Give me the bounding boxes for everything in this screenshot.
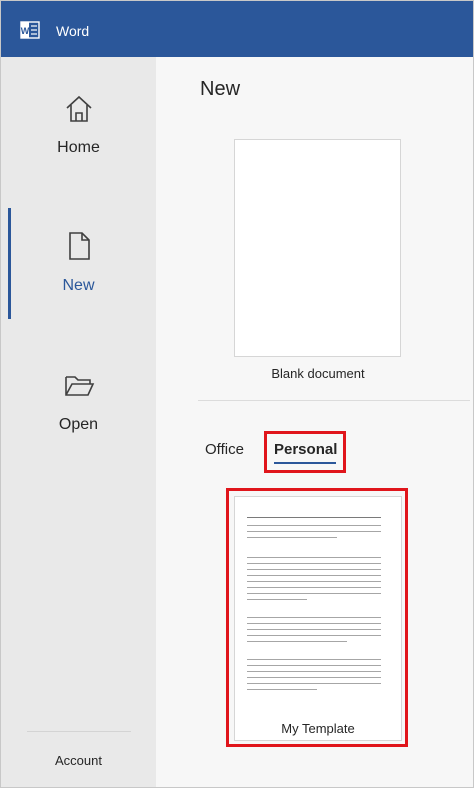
blank-document-label[interactable]: Blank document bbox=[218, 366, 418, 381]
main-panel: New Blank document Office Personal My Te… bbox=[156, 57, 473, 787]
sidebar-item-label: Open bbox=[58, 416, 99, 433]
new-document-icon bbox=[69, 232, 90, 260]
sidebar-item-new[interactable]: New bbox=[1, 220, 156, 330]
svg-text:W: W bbox=[21, 26, 30, 36]
section-divider bbox=[198, 400, 470, 401]
app-title: Word bbox=[56, 23, 90, 39]
title-bar: W Word bbox=[1, 1, 473, 57]
sidebar-item-open[interactable]: Open bbox=[1, 359, 156, 469]
open-folder-icon bbox=[65, 376, 95, 396]
backstage-sidebar: Home New Open Account bbox=[1, 57, 156, 787]
sidebar-item-home[interactable]: Home bbox=[1, 83, 156, 193]
sidebar-item-label: New bbox=[62, 277, 95, 294]
page-title: New bbox=[200, 78, 241, 100]
tab-office[interactable]: Office bbox=[205, 441, 244, 458]
tab-personal[interactable]: Personal bbox=[274, 441, 337, 458]
sidebar-item-label: Home bbox=[57, 139, 100, 156]
template-label: My Template bbox=[281, 721, 355, 736]
template-thumbnail bbox=[247, 509, 391, 709]
sidebar-divider bbox=[27, 731, 131, 732]
tab-selected-underline bbox=[274, 462, 336, 464]
account-link[interactable]: Account bbox=[1, 753, 156, 768]
home-icon bbox=[66, 95, 92, 122]
word-app-icon: W bbox=[20, 21, 40, 39]
blank-document-thumbnail[interactable] bbox=[234, 139, 401, 357]
template-my-template[interactable]: My Template bbox=[234, 496, 402, 741]
